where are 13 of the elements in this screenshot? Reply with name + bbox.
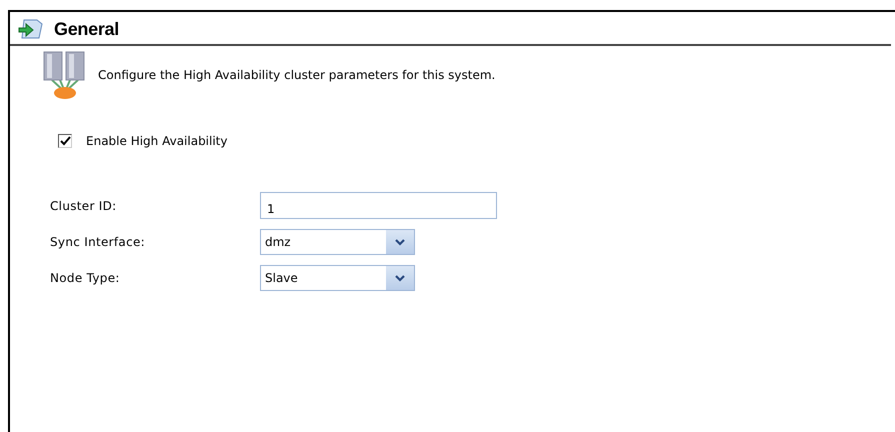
input-field[interactable]: 1 bbox=[260, 192, 497, 219]
arrow-icon bbox=[18, 18, 44, 40]
checkbox-label: Enable High Availability bbox=[86, 134, 228, 148]
field-label: Cluster ID: bbox=[50, 198, 118, 212]
chevron-down-icon bbox=[395, 274, 405, 282]
section-title: General bbox=[54, 18, 119, 40]
description: Configure the High Availability cluster parameters for this system. bbox=[98, 68, 496, 82]
dropdown[interactable]: Slave bbox=[260, 265, 415, 291]
field-label: Node Type: bbox=[50, 271, 121, 285]
field-label: Sync Interface: bbox=[50, 235, 146, 249]
checkbox[interactable] bbox=[58, 134, 72, 148]
chevron-down-icon bbox=[395, 238, 405, 246]
dropdown[interactable]: dmz bbox=[260, 229, 415, 255]
